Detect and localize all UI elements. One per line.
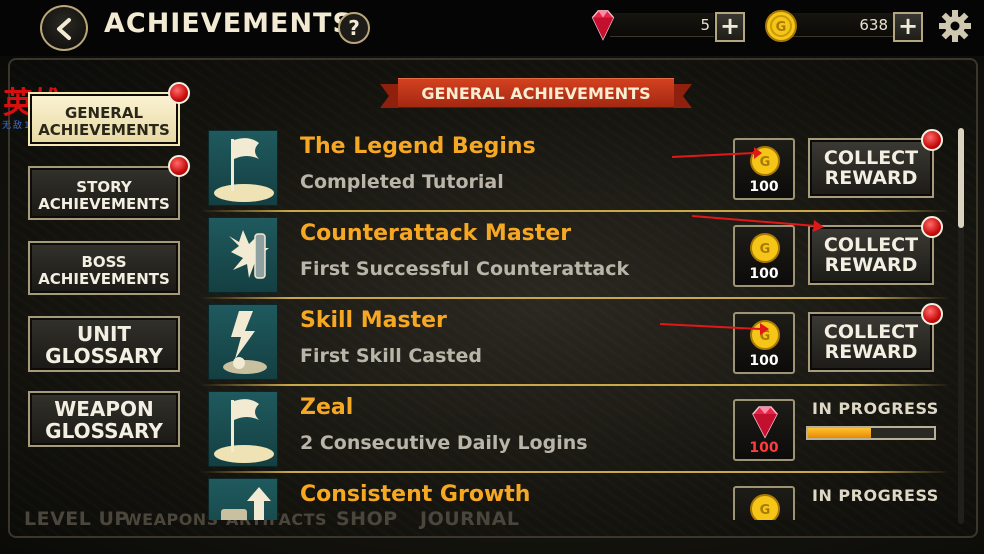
sidebar-unit-glossary[interactable]: UNIT GLOSSARY [28,316,180,372]
collect-reward-button[interactable]: COLLECT REWARD [808,312,934,372]
achievement-icon-box [208,391,278,467]
annotation-arrow [691,215,824,232]
sidebar-weapon-glossary[interactable]: WEAPON GLOSSARY [28,391,180,447]
achievement-row: Skill Master First Skill Casted G 100 CO… [200,300,950,386]
svg-text:G: G [760,503,771,518]
growth-arrow-icon [221,487,271,520]
svg-text:G: G [776,20,787,35]
achievement-desc: 2 Consecutive Daily Logins [300,432,588,454]
shield-burst-icon [229,230,269,279]
gold-coin-icon: G [750,494,780,520]
gem-icon [591,10,615,41]
reward-amount: 100 [749,266,779,282]
svg-text:G: G [760,242,771,257]
achievement-desc: Completed Tutorial [300,171,504,193]
help-button[interactable]: ? [338,12,370,44]
collect-reward-button[interactable]: COLLECT REWARD [808,225,934,285]
annotation-arrow [671,147,762,159]
sidebar-boss-achievements[interactable]: BOSS ACHIEVEMENTS [28,241,180,295]
achievement-row: The Legend Begins Completed Tutorial G 1… [200,126,950,212]
gold-count: 638 [859,16,888,34]
row-divider [200,210,950,212]
notification-badge [921,303,943,325]
sidebar-general-achievements[interactable]: GENERAL ACHIEVEMENTS [28,92,180,146]
progress-bar [806,426,936,440]
sidebar-item-label: STORY ACHIEVEMENTS [38,178,170,213]
reward-box: G [733,486,795,520]
annotation-arrow [659,323,769,335]
row-divider [200,297,950,299]
achievement-title: Consistent Growth [300,482,531,507]
gem-icon [752,406,778,439]
notification-badge [168,82,190,104]
achievement-icon-box [208,478,278,520]
achievement-icon-box [208,217,278,293]
progress-fill [808,428,871,438]
notification-badge [921,129,943,151]
status-label: IN PROGRESS [812,399,939,418]
gear-icon[interactable] [938,9,972,43]
status-label: IN PROGRESS [812,486,939,505]
sidebar-item-label: BOSS ACHIEVEMENTS [38,253,170,288]
reward-amount: 100 [749,353,779,369]
reward-amount: 100 [749,440,779,456]
collect-reward-button[interactable]: COLLECT REWARD [808,138,934,198]
achievement-title: Zeal [300,395,354,420]
back-button[interactable] [40,5,88,51]
top-bar: ACHIEVEMENTS ? 5 + G 638 + [0,0,984,56]
achievement-desc: First Skill Casted [300,345,482,367]
sidebar-story-achievements[interactable]: STORY ACHIEVEMENTS [28,166,180,220]
reward-amount: 100 [749,179,779,195]
buy-gems-button[interactable]: + [715,12,745,42]
scrollbar-thumb[interactable] [958,128,964,228]
row-divider [200,384,950,386]
notification-badge [921,216,943,238]
buy-gold-button[interactable]: + [893,12,923,42]
row-divider [200,471,950,473]
chevron-left-icon [57,18,71,40]
achievement-row: Zeal 2 Consecutive Daily Logins 100 IN P… [200,387,950,473]
section-title: GENERAL ACHIEVEMENTS [421,84,651,103]
section-ribbon: GENERAL ACHIEVEMENTS [380,78,692,110]
achievement-row: Consistent Growth G IN PROGRESS [200,474,950,520]
lightning-icon [223,311,267,374]
achievement-icon-box [208,130,278,206]
gem-count: 5 [700,16,710,34]
flag-icon [214,138,274,202]
page-title: ACHIEVEMENTS [104,8,353,39]
achievement-desc: First Successful Counterattack [300,258,630,280]
sidebar-item-label: WEAPON GLOSSARY [45,397,163,443]
sidebar-item-label: GENERAL ACHIEVEMENTS [38,104,170,139]
achievement-title: The Legend Begins [300,134,536,159]
sidebar-item-label: UNIT GLOSSARY [45,322,163,368]
flag-icon [214,399,274,463]
achievement-title: Counterattack Master [300,221,572,246]
achievement-icon-box [208,304,278,380]
notification-badge [168,155,190,177]
achievement-title: Skill Master [300,308,447,333]
gold-coin-icon: G [750,233,780,263]
reward-box: 100 [733,399,795,461]
achievement-row: Counterattack Master First Successful Co… [200,213,950,299]
achievement-list[interactable]: The Legend Begins Completed Tutorial G 1… [200,126,950,520]
bg-tab-level-up: LEVEL UP [24,508,129,530]
gold-coin-icon: G [765,10,797,42]
reward-box: G 100 [733,225,795,287]
